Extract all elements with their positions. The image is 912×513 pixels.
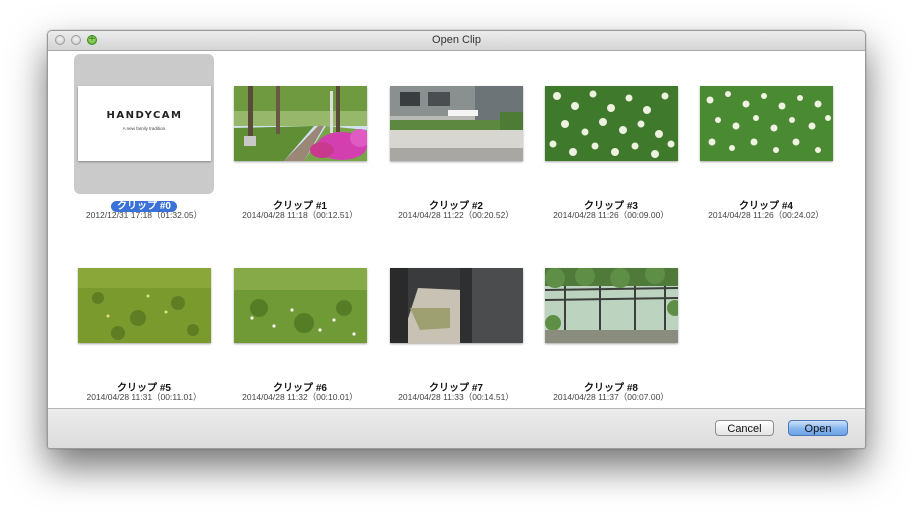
clip-meta: 2014/04/28 11:26（00:24.02）: [708, 210, 824, 220]
clip-item-6[interactable]: クリップ #6 2014/04/28 11:32（00:10.01）: [217, 233, 367, 413]
clip-item-0[interactable]: HANDYCAM A new family tradition. クリップ #0…: [61, 51, 214, 231]
clip-meta: 2014/04/28 11:31（00:11.01）: [86, 392, 202, 402]
clip-meta: 2014/04/28 11:18（00:12.51）: [242, 210, 358, 220]
clip-item-1[interactable]: クリップ #1 2014/04/28 11:18（00:12.51）: [217, 51, 367, 231]
window-title: Open Clip: [432, 34, 481, 46]
open-button[interactable]: Open: [788, 420, 848, 436]
clip-meta: 2014/04/28 11:22（00:20.52）: [398, 210, 514, 220]
clip-meta: 2014/04/28 11:37（00:07.00）: [553, 392, 669, 402]
cancel-button[interactable]: Cancel: [715, 420, 774, 436]
clip-item-7[interactable]: クリップ #7 2014/04/28 11:33（00:14.51）: [373, 233, 523, 413]
clip-meta: 2014/04/28 11:26（00:09.00）: [553, 210, 669, 220]
open-clip-dialog: Open Clip HANDYCAM A new family traditio…: [47, 30, 866, 449]
clip-thumbnail[interactable]: [545, 86, 678, 161]
clip-thumbnail[interactable]: [390, 86, 523, 161]
clip-thumbnail[interactable]: [234, 268, 367, 343]
clip-meta: 2014/04/28 11:33（00:14.51）: [398, 392, 514, 402]
clip-meta: 2014/04/28 11:32（00:10.01）: [242, 392, 358, 402]
clip-thumbnail[interactable]: [700, 86, 833, 161]
clip-thumbnail[interactable]: [78, 268, 211, 343]
dialog-footer: Cancel Open: [48, 408, 865, 448]
clip-thumbnail[interactable]: [234, 86, 367, 161]
clip-item-2[interactable]: クリップ #2 2014/04/28 11:22（00:20.52）: [373, 51, 523, 231]
clip-item-3[interactable]: クリップ #3 2014/04/28 11:26（00:09.00）: [528, 51, 678, 231]
clip-thumbnail[interactable]: [390, 268, 523, 343]
clip-item-4[interactable]: クリップ #4 2014/04/28 11:26（00:24.02）: [683, 51, 833, 231]
clip-grid: HANDYCAM A new family tradition. クリップ #0…: [48, 51, 865, 408]
clip-meta: 2012/12/31 17:18（01:32.05）: [85, 210, 203, 220]
title-bar: Open Clip: [48, 31, 865, 51]
clip-item-5[interactable]: クリップ #5 2014/04/28 11:31（00:11.01）: [61, 233, 211, 413]
handycam-logo: HANDYCAM: [106, 110, 183, 121]
clip-thumbnail[interactable]: [545, 268, 678, 343]
handycam-tagline: A new family tradition.: [122, 126, 167, 131]
clip-item-8[interactable]: クリップ #8 2014/04/28 11:37（00:07.00）: [528, 233, 678, 413]
clip-thumbnail[interactable]: HANDYCAM A new family tradition.: [78, 86, 211, 161]
